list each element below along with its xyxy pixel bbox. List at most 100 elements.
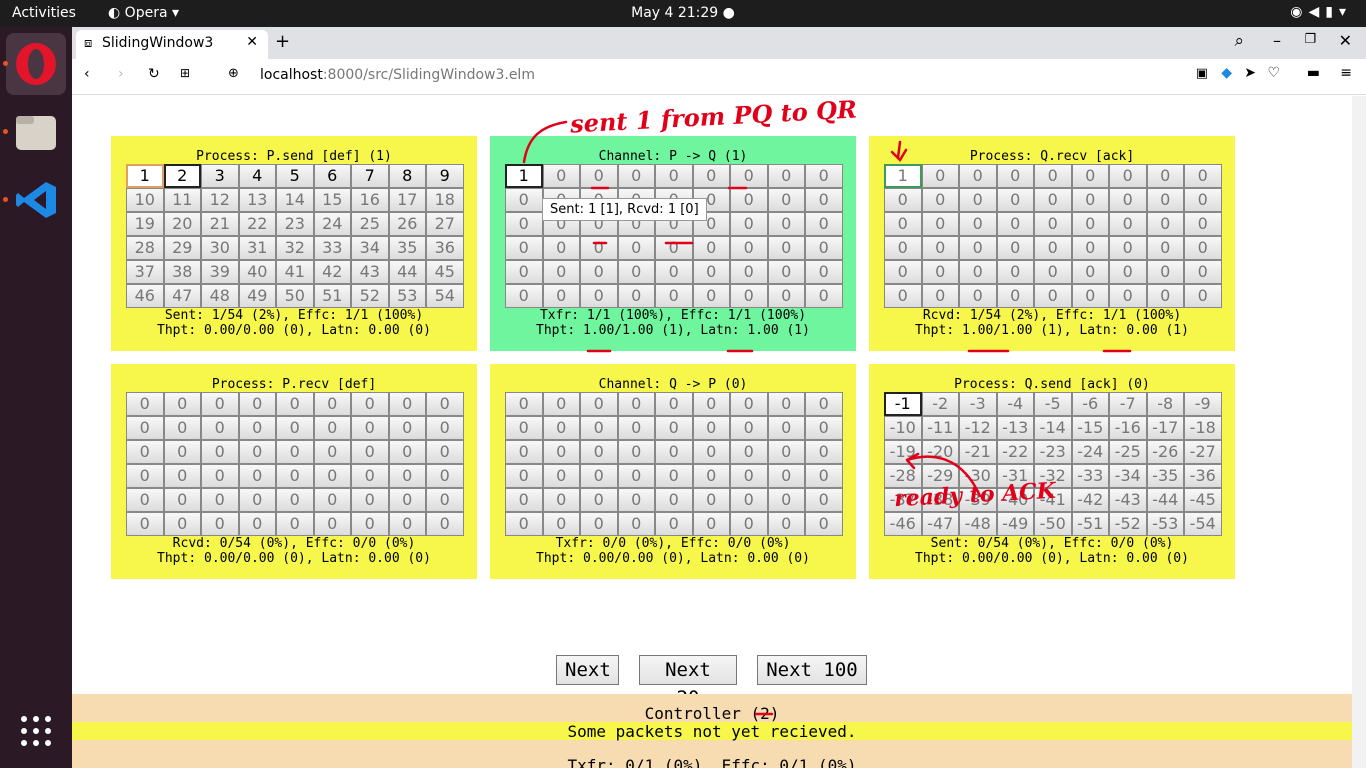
packet-cell[interactable]: 0 [730, 488, 768, 512]
packet-cell[interactable]: 34 [351, 236, 389, 260]
packet-cell[interactable]: 0 [505, 284, 543, 308]
packet-cell[interactable]: 42 [313, 260, 351, 284]
packet-cell[interactable]: 0 [426, 440, 464, 464]
packet-cell[interactable]: 0 [921, 260, 959, 284]
clock[interactable]: May 4 21:29 ● [0, 5, 1366, 21]
scrollbar[interactable] [1352, 96, 1366, 768]
packet-cell[interactable]: 0 [996, 284, 1034, 308]
packet-cell[interactable]: 0 [426, 416, 464, 440]
packet-cell[interactable]: 0 [1071, 188, 1109, 212]
system-tray[interactable]: ◉◀▮▾ [1290, 4, 1352, 20]
packet-cell[interactable]: 0 [1109, 236, 1147, 260]
packet-cell[interactable]: 0 [730, 188, 768, 212]
packet-cell[interactable]: 0 [505, 440, 543, 464]
packet-cell[interactable]: 0 [276, 488, 314, 512]
packet-cell[interactable]: 0 [1184, 164, 1222, 188]
packet-cell[interactable]: 5 [276, 164, 314, 188]
packet-cell[interactable]: 1 [884, 164, 922, 188]
packet-cell[interactable]: 0 [730, 164, 768, 188]
packet-cell[interactable]: 26 [388, 212, 426, 236]
packet-cell[interactable]: 22 [238, 212, 276, 236]
packet-cell[interactable]: 36 [426, 236, 464, 260]
packet-cell[interactable]: 0 [1146, 164, 1184, 188]
packet-cell[interactable]: 39 [201, 260, 239, 284]
packet-cell[interactable]: 0 [426, 512, 464, 536]
packet-cell[interactable]: 0 [692, 440, 730, 464]
packet-cell[interactable]: -34 [1109, 464, 1147, 488]
packet-cell[interactable]: 49 [238, 284, 276, 308]
back-icon[interactable]: ‹ [84, 66, 90, 82]
packet-cell[interactable]: 0 [805, 188, 843, 212]
packet-cell[interactable]: 0 [505, 488, 543, 512]
packet-cell[interactable]: 0 [617, 236, 655, 260]
packet-cell[interactable]: 0 [351, 392, 389, 416]
packet-cell[interactable]: 0 [163, 512, 201, 536]
packet-cell[interactable]: 0 [1184, 284, 1222, 308]
minimize-icon[interactable]: – [1273, 31, 1281, 50]
packet-cell[interactable]: 0 [1184, 188, 1222, 212]
packet-cell[interactable]: 0 [505, 512, 543, 536]
packet-cell[interactable]: 0 [1071, 212, 1109, 236]
packet-cell[interactable]: 7 [351, 164, 389, 188]
packet-cell[interactable]: 0 [996, 260, 1034, 284]
packet-cell[interactable]: 0 [351, 488, 389, 512]
packet-cell[interactable]: -27 [1184, 440, 1222, 464]
packet-cell[interactable]: 29 [163, 236, 201, 260]
packet-cell[interactable]: 27 [426, 212, 464, 236]
packet-cell[interactable]: -14 [1034, 416, 1072, 440]
packet-cell[interactable]: -13 [996, 416, 1034, 440]
packet-cell[interactable]: 0 [655, 440, 693, 464]
packet-cell[interactable]: 0 [655, 260, 693, 284]
packet-cell[interactable]: 0 [313, 440, 351, 464]
packet-cell[interactable]: -47 [921, 512, 959, 536]
packet-cell[interactable]: 0 [692, 512, 730, 536]
packet-cell[interactable]: 0 [1109, 188, 1147, 212]
packet-cell[interactable]: 0 [884, 188, 922, 212]
packet-cell[interactable]: 0 [505, 260, 543, 284]
packet-cell[interactable]: 0 [1071, 284, 1109, 308]
packet-cell[interactable]: 0 [655, 284, 693, 308]
packet-cell[interactable]: 0 [276, 512, 314, 536]
packet-cell[interactable]: 54 [426, 284, 464, 308]
packet-cell[interactable]: 0 [655, 164, 693, 188]
files-launcher[interactable] [6, 101, 66, 163]
packet-cell[interactable]: 0 [238, 392, 276, 416]
battery-saver-icon[interactable]: ▬ [1307, 65, 1320, 81]
tab-slidingwindow3[interactable]: ⧈ SlidingWindow3 ✕ [76, 30, 268, 59]
packet-cell[interactable]: 0 [767, 284, 805, 308]
next-100-button[interactable]: Next 100 [757, 655, 867, 685]
packet-cell[interactable]: 0 [767, 392, 805, 416]
packet-cell[interactable]: 0 [1034, 260, 1072, 284]
packet-cell[interactable]: 0 [1034, 236, 1072, 260]
forward-icon[interactable]: › [118, 66, 124, 82]
packet-cell[interactable]: 28 [126, 236, 164, 260]
packet-cell[interactable]: 0 [351, 416, 389, 440]
packet-cell[interactable]: 0 [542, 464, 580, 488]
packet-cell[interactable]: 0 [617, 440, 655, 464]
new-tab-icon[interactable]: + [275, 31, 290, 52]
packet-cell[interactable]: -43 [1109, 488, 1147, 512]
url-field[interactable]: localhost:8000/src/SlidingWindow3.elm [260, 67, 535, 83]
packet-cell[interactable]: 38 [163, 260, 201, 284]
packet-cell[interactable]: 0 [655, 464, 693, 488]
packet-cell[interactable]: -19 [884, 440, 922, 464]
packet-cell[interactable]: 0 [580, 260, 618, 284]
packet-cell[interactable]: 0 [730, 212, 768, 236]
packet-cell[interactable]: 0 [580, 440, 618, 464]
packet-cell[interactable]: -46 [884, 512, 922, 536]
packet-cell[interactable]: 0 [542, 392, 580, 416]
packet-cell[interactable]: 3 [201, 164, 239, 188]
packet-cell[interactable]: 0 [767, 512, 805, 536]
packet-cell[interactable]: 0 [996, 212, 1034, 236]
packet-cell[interactable]: 0 [238, 464, 276, 488]
packet-cell[interactable]: 0 [617, 512, 655, 536]
packet-cell[interactable]: 1 [126, 164, 164, 188]
packet-cell[interactable]: 0 [1184, 260, 1222, 284]
vpn-shield-icon[interactable]: ◆ [1221, 65, 1232, 81]
packet-cell[interactable]: 0 [580, 164, 618, 188]
packet-cell[interactable]: 0 [921, 212, 959, 236]
packet-cell[interactable]: 0 [1109, 164, 1147, 188]
packet-cell[interactable]: 0 [959, 260, 997, 284]
packet-cell[interactable]: 0 [959, 236, 997, 260]
packet-cell[interactable]: 0 [580, 284, 618, 308]
